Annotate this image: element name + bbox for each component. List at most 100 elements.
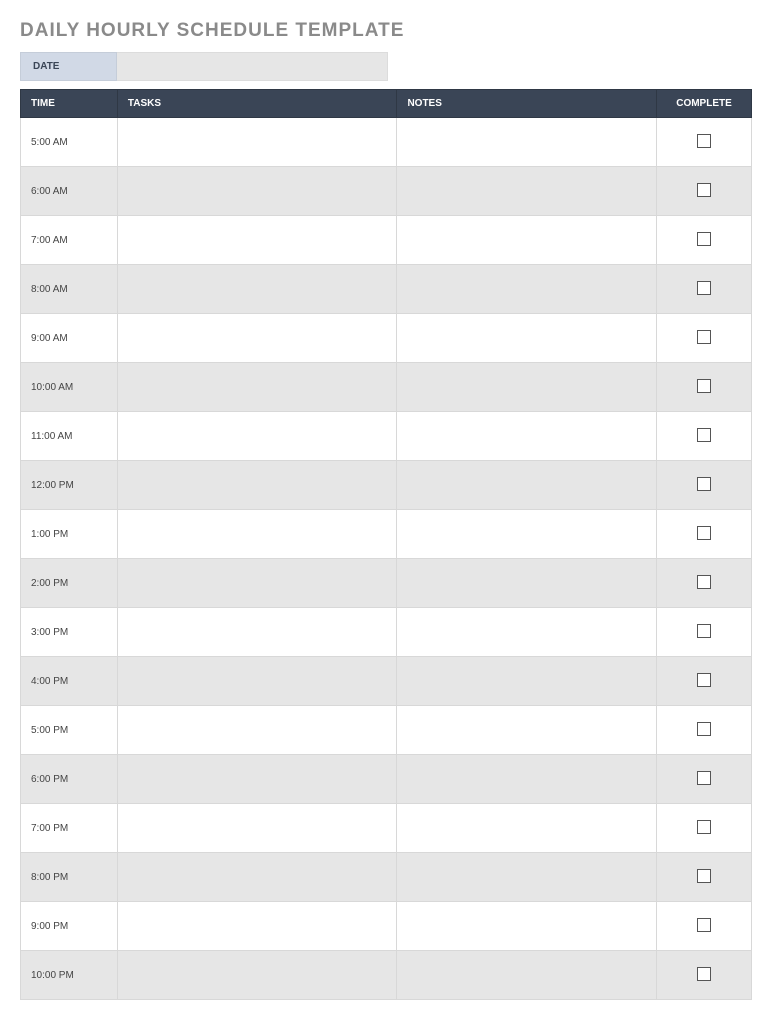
- complete-checkbox[interactable]: [697, 134, 711, 148]
- complete-checkbox[interactable]: [697, 820, 711, 834]
- table-row: 12:00 PM: [21, 461, 752, 510]
- time-cell: 11:00 AM: [21, 412, 118, 461]
- notes-cell[interactable]: [397, 804, 657, 853]
- complete-cell: [657, 559, 752, 608]
- complete-checkbox[interactable]: [697, 673, 711, 687]
- notes-cell[interactable]: [397, 167, 657, 216]
- notes-cell[interactable]: [397, 216, 657, 265]
- table-row: 7:00 AM: [21, 216, 752, 265]
- table-row: 7:00 PM: [21, 804, 752, 853]
- table-row: 5:00 AM: [21, 118, 752, 167]
- notes-cell[interactable]: [397, 314, 657, 363]
- tasks-cell[interactable]: [117, 167, 397, 216]
- tasks-cell[interactable]: [117, 657, 397, 706]
- complete-cell: [657, 951, 752, 1000]
- notes-cell[interactable]: [397, 902, 657, 951]
- table-row: 2:00 PM: [21, 559, 752, 608]
- notes-cell[interactable]: [397, 951, 657, 1000]
- notes-cell[interactable]: [397, 118, 657, 167]
- header-notes: NOTES: [397, 90, 657, 118]
- time-cell: 5:00 AM: [21, 118, 118, 167]
- tasks-cell[interactable]: [117, 412, 397, 461]
- complete-cell: [657, 216, 752, 265]
- complete-checkbox[interactable]: [697, 330, 711, 344]
- table-row: 10:00 PM: [21, 951, 752, 1000]
- table-row: 11:00 AM: [21, 412, 752, 461]
- table-row: 8:00 PM: [21, 853, 752, 902]
- page-title: DAILY HOURLY SCHEDULE TEMPLATE: [20, 20, 752, 42]
- table-row: 5:00 PM: [21, 706, 752, 755]
- complete-checkbox[interactable]: [697, 526, 711, 540]
- time-cell: 6:00 AM: [21, 167, 118, 216]
- header-tasks: TASKS: [117, 90, 397, 118]
- date-label: DATE: [20, 52, 117, 81]
- notes-cell[interactable]: [397, 853, 657, 902]
- notes-cell[interactable]: [397, 412, 657, 461]
- complete-cell: [657, 510, 752, 559]
- header-complete: COMPLETE: [657, 90, 752, 118]
- complete-checkbox[interactable]: [697, 967, 711, 981]
- complete-checkbox[interactable]: [697, 869, 711, 883]
- notes-cell[interactable]: [397, 755, 657, 804]
- complete-cell: [657, 902, 752, 951]
- notes-cell[interactable]: [397, 608, 657, 657]
- complete-cell: [657, 706, 752, 755]
- tasks-cell[interactable]: [117, 706, 397, 755]
- table-row: 9:00 AM: [21, 314, 752, 363]
- complete-checkbox[interactable]: [697, 183, 711, 197]
- complete-checkbox[interactable]: [697, 722, 711, 736]
- notes-cell[interactable]: [397, 461, 657, 510]
- tasks-cell[interactable]: [117, 314, 397, 363]
- notes-cell[interactable]: [397, 706, 657, 755]
- time-cell: 10:00 PM: [21, 951, 118, 1000]
- notes-cell[interactable]: [397, 363, 657, 412]
- complete-checkbox[interactable]: [697, 379, 711, 393]
- notes-cell[interactable]: [397, 265, 657, 314]
- tasks-cell[interactable]: [117, 363, 397, 412]
- header-time: TIME: [21, 90, 118, 118]
- time-cell: 1:00 PM: [21, 510, 118, 559]
- tasks-cell[interactable]: [117, 559, 397, 608]
- complete-checkbox[interactable]: [697, 428, 711, 442]
- notes-cell[interactable]: [397, 657, 657, 706]
- time-cell: 9:00 PM: [21, 902, 118, 951]
- complete-checkbox[interactable]: [697, 575, 711, 589]
- complete-checkbox[interactable]: [697, 771, 711, 785]
- complete-checkbox[interactable]: [697, 624, 711, 638]
- time-cell: 7:00 PM: [21, 804, 118, 853]
- time-cell: 10:00 AM: [21, 363, 118, 412]
- date-input[interactable]: [117, 52, 388, 81]
- complete-checkbox[interactable]: [697, 281, 711, 295]
- notes-cell[interactable]: [397, 510, 657, 559]
- time-cell: 5:00 PM: [21, 706, 118, 755]
- header-row: TIME TASKS NOTES COMPLETE: [21, 90, 752, 118]
- complete-cell: [657, 118, 752, 167]
- table-row: 10:00 AM: [21, 363, 752, 412]
- tasks-cell[interactable]: [117, 265, 397, 314]
- time-cell: 8:00 AM: [21, 265, 118, 314]
- tasks-cell[interactable]: [117, 608, 397, 657]
- complete-cell: [657, 657, 752, 706]
- tasks-cell[interactable]: [117, 461, 397, 510]
- complete-cell: [657, 314, 752, 363]
- table-row: 6:00 PM: [21, 755, 752, 804]
- complete-checkbox[interactable]: [697, 232, 711, 246]
- tasks-cell[interactable]: [117, 951, 397, 1000]
- tasks-cell[interactable]: [117, 510, 397, 559]
- complete-cell: [657, 412, 752, 461]
- tasks-cell[interactable]: [117, 902, 397, 951]
- notes-cell[interactable]: [397, 559, 657, 608]
- tasks-cell[interactable]: [117, 853, 397, 902]
- tasks-cell[interactable]: [117, 216, 397, 265]
- tasks-cell[interactable]: [117, 755, 397, 804]
- time-cell: 2:00 PM: [21, 559, 118, 608]
- schedule-table: TIME TASKS NOTES COMPLETE 5:00 AM6:00 AM…: [20, 89, 752, 1000]
- complete-checkbox[interactable]: [697, 477, 711, 491]
- tasks-cell[interactable]: [117, 118, 397, 167]
- tasks-cell[interactable]: [117, 804, 397, 853]
- table-row: 1:00 PM: [21, 510, 752, 559]
- complete-cell: [657, 363, 752, 412]
- time-cell: 12:00 PM: [21, 461, 118, 510]
- complete-cell: [657, 265, 752, 314]
- complete-checkbox[interactable]: [697, 918, 711, 932]
